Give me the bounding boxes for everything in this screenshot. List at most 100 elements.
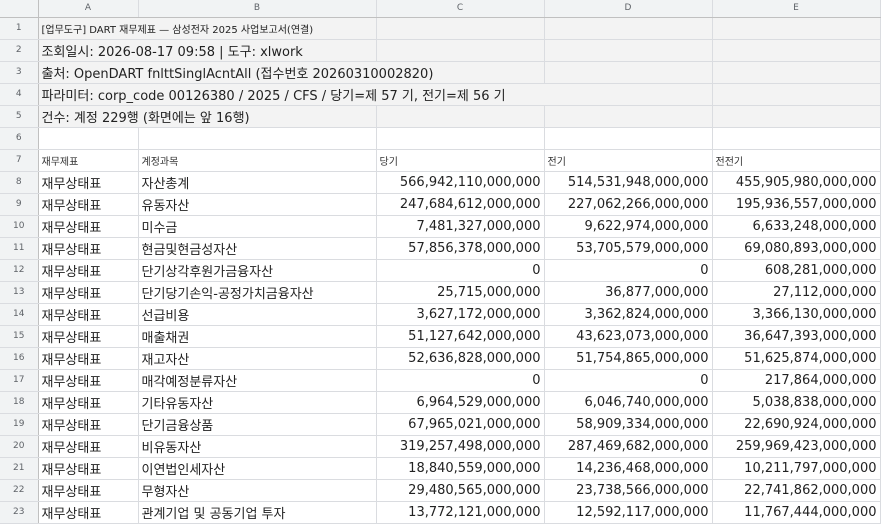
statement-cell[interactable]: 재무상태표 [38,347,139,370]
current-value-cell[interactable]: 25,715,000,000 [376,281,545,304]
row-header[interactable]: 12 [0,259,39,282]
prior2-value-cell[interactable]: 5,038,838,000,000 [712,391,881,414]
row-header[interactable]: 8 [0,171,39,194]
statement-cell[interactable]: 재무상태표 [38,413,139,436]
statement-cell[interactable]: 재무상태표 [38,193,139,216]
header-prior[interactable]: 전기 [544,149,713,172]
current-value-cell[interactable]: 0 [376,259,545,282]
current-value-cell[interactable]: 0 [376,369,545,392]
account-cell[interactable]: 무형자산 [138,479,377,502]
account-cell[interactable]: 미수금 [138,215,377,238]
prior-value-cell[interactable]: 12,592,117,000,000 [544,501,713,524]
header-prior2[interactable]: 전전기 [712,149,881,172]
statement-cell[interactable]: 재무상태표 [38,479,139,502]
row-header[interactable]: 11 [0,237,39,260]
prior2-value-cell[interactable]: 36,647,393,000,000 [712,325,881,348]
row-header[interactable]: 16 [0,347,39,370]
current-value-cell[interactable]: 18,840,559,000,000 [376,457,545,480]
current-value-cell[interactable]: 52,636,828,000,000 [376,347,545,370]
row-header[interactable]: 13 [0,281,39,304]
statement-cell[interactable]: 재무상태표 [38,281,139,304]
prior2-value-cell[interactable]: 11,767,444,000,000 [712,501,881,524]
prior2-value-cell[interactable]: 27,112,000,000 [712,281,881,304]
prior-value-cell[interactable]: 51,754,865,000,000 [544,347,713,370]
count-cell[interactable]: 건수: 계정 229행 (화면에는 앞 16행) [38,105,377,128]
statement-cell[interactable]: 재무상태표 [38,215,139,238]
statement-cell[interactable]: 재무상태표 [38,501,139,524]
cell[interactable] [544,61,713,84]
cell[interactable] [376,39,545,62]
spreadsheet[interactable]: A B C D E 1 [업무도구] DART 재무제표 — 삼성전자 2025… [0,0,895,529]
row-header[interactable]: 17 [0,369,39,392]
column-header-e[interactable]: E [712,0,881,18]
cell[interactable] [138,127,377,150]
account-cell[interactable]: 관계기업 및 공동기업 투자 [138,501,377,524]
row-header[interactable]: 3 [0,61,39,84]
cell[interactable] [712,39,881,62]
account-cell[interactable]: 단기당기손익-공정가치금융자산 [138,281,377,304]
account-cell[interactable]: 현금및현금성자산 [138,237,377,260]
prior2-value-cell[interactable]: 3,366,130,000,000 [712,303,881,326]
cell[interactable] [712,83,881,106]
sheet-title-cell[interactable]: [업무도구] DART 재무제표 — 삼성전자 2025 사업보고서(연결) [38,17,377,40]
current-value-cell[interactable]: 3,627,172,000,000 [376,303,545,326]
prior-value-cell[interactable]: 514,531,948,000,000 [544,171,713,194]
statement-cell[interactable]: 재무상태표 [38,435,139,458]
cell[interactable] [544,17,713,40]
cell[interactable] [712,127,881,150]
cell[interactable] [712,61,881,84]
prior-value-cell[interactable]: 23,738,566,000,000 [544,479,713,502]
row-header[interactable]: 18 [0,391,39,414]
header-current[interactable]: 당기 [376,149,545,172]
prior-value-cell[interactable]: 227,062,266,000,000 [544,193,713,216]
row-header[interactable]: 6 [0,127,39,150]
account-cell[interactable]: 선급비용 [138,303,377,326]
prior-value-cell[interactable]: 9,622,974,000,000 [544,215,713,238]
row-header[interactable]: 10 [0,215,39,238]
current-value-cell[interactable]: 51,127,642,000,000 [376,325,545,348]
row-header[interactable]: 14 [0,303,39,326]
statement-cell[interactable]: 재무상태표 [38,303,139,326]
row-header[interactable]: 21 [0,457,39,480]
prior2-value-cell[interactable]: 455,905,980,000,000 [712,171,881,194]
statement-cell[interactable]: 재무상태표 [38,457,139,480]
query-time-cell[interactable]: 조회일시: 2026-08-17 09:58 | 도구: xlwork [38,39,377,62]
statement-cell[interactable]: 재무상태표 [38,171,139,194]
prior2-value-cell[interactable]: 69,080,893,000,000 [712,237,881,260]
prior-value-cell[interactable]: 14,236,468,000,000 [544,457,713,480]
column-header-c[interactable]: C [376,0,545,18]
account-cell[interactable]: 비유동자산 [138,435,377,458]
prior2-value-cell[interactable]: 51,625,874,000,000 [712,347,881,370]
prior2-value-cell[interactable]: 259,969,423,000,000 [712,435,881,458]
cell[interactable] [544,39,713,62]
prior2-value-cell[interactable]: 22,741,862,000,000 [712,479,881,502]
cell[interactable] [376,17,545,40]
header-account[interactable]: 계정과목 [138,149,377,172]
header-statement[interactable]: 재무제표 [38,149,139,172]
prior2-value-cell[interactable]: 22,690,924,000,000 [712,413,881,436]
cell[interactable] [376,105,545,128]
source-cell[interactable]: 출처: OpenDART fnlttSinglAcntAll (접수번호 202… [38,61,545,84]
prior-value-cell[interactable]: 0 [544,369,713,392]
cell[interactable] [38,127,139,150]
account-cell[interactable]: 단기상각후원가금융자산 [138,259,377,282]
row-header[interactable]: 19 [0,413,39,436]
current-value-cell[interactable]: 247,684,612,000,000 [376,193,545,216]
prior-value-cell[interactable]: 43,623,073,000,000 [544,325,713,348]
account-cell[interactable]: 단기금융상품 [138,413,377,436]
cell[interactable] [712,17,881,40]
account-cell[interactable]: 매각예정분류자산 [138,369,377,392]
statement-cell[interactable]: 재무상태표 [38,325,139,348]
current-value-cell[interactable]: 29,480,565,000,000 [376,479,545,502]
row-header[interactable]: 5 [0,105,39,128]
prior2-value-cell[interactable]: 217,864,000,000 [712,369,881,392]
current-value-cell[interactable]: 13,772,121,000,000 [376,501,545,524]
row-header[interactable]: 7 [0,149,39,172]
row-header[interactable]: 23 [0,501,39,524]
prior-value-cell[interactable]: 287,469,682,000,000 [544,435,713,458]
current-value-cell[interactable]: 566,942,110,000,000 [376,171,545,194]
account-cell[interactable]: 기타유동자산 [138,391,377,414]
prior-value-cell[interactable]: 53,705,579,000,000 [544,237,713,260]
current-value-cell[interactable]: 6,964,529,000,000 [376,391,545,414]
prior-value-cell[interactable]: 3,362,824,000,000 [544,303,713,326]
